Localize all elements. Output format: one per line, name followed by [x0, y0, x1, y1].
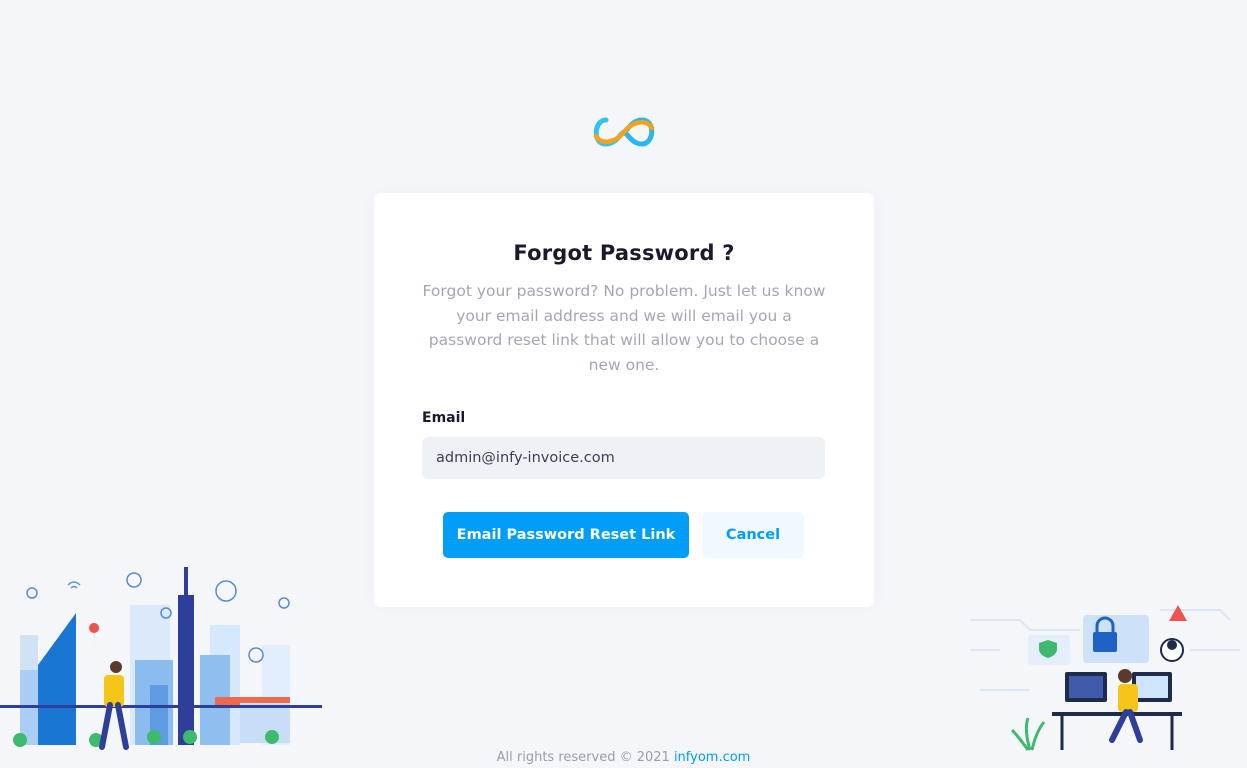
infinity-logo-icon — [593, 117, 655, 147]
cancel-button[interactable]: Cancel — [702, 512, 804, 558]
email-input[interactable] — [422, 437, 825, 479]
email-label: Email — [422, 410, 466, 426]
email-reset-link-button[interactable]: Email Password Reset Link — [443, 512, 689, 558]
footer-text: All rights reserved © 2021 — [496, 750, 674, 765]
security-illustration — [970, 605, 1240, 751]
description-text: Forgot your password? No problem. Just l… — [422, 282, 826, 374]
forgot-password-card: Forgot Password ? Forgot your password? … — [374, 193, 874, 607]
footer-link[interactable]: infyom.com — [674, 750, 750, 765]
page-title: Forgot Password ? — [513, 241, 735, 265]
city-illustration — [0, 567, 322, 750]
